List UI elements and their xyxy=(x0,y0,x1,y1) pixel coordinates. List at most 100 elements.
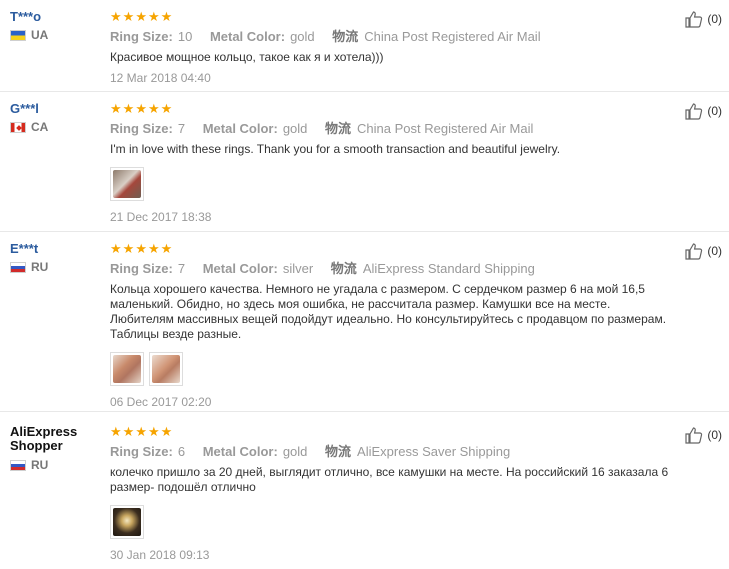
flag-icon xyxy=(10,261,26,273)
thumbs-up-icon xyxy=(685,11,703,28)
reviewer-info: G***l CA xyxy=(10,101,102,134)
star-icon: ★ xyxy=(135,424,147,439)
review-item: G***l CA ★ ★ ★ ★ ★ Ring Size: 7 Metal Color: g… xyxy=(0,92,729,232)
flag-icon xyxy=(10,459,26,471)
star-icon: ★ xyxy=(160,9,173,24)
country-code: UA xyxy=(31,28,49,42)
metal-color-value: silver xyxy=(282,261,314,276)
review-photo-thumbnail[interactable] xyxy=(110,167,144,201)
review-photo-thumbnail[interactable] xyxy=(149,352,183,386)
star-icon: ★ xyxy=(135,101,147,116)
helpful-button[interactable]: (0) xyxy=(685,10,722,28)
review-photo-thumbnail[interactable] xyxy=(110,505,144,539)
star-icon: ★ xyxy=(122,101,135,116)
helpful-count: (0) xyxy=(707,244,722,258)
reviewer-country: UA xyxy=(10,28,102,42)
flag-icon xyxy=(10,121,26,133)
order-details: Ring Size: 6 Metal Color: gold 物流 AliExpres… xyxy=(110,444,675,460)
helpful-count: (0) xyxy=(707,104,722,118)
shipping-method: China Post Registered Air Mail xyxy=(364,29,541,44)
helpful-button[interactable]: (0) xyxy=(685,426,722,444)
star-rating: ★ ★ ★ ★ ★ xyxy=(110,101,675,116)
review-photo-thumbnail[interactable] xyxy=(110,352,144,386)
star-icon: ★ xyxy=(110,101,122,116)
review-item: AliExpress Shopper RU ★ ★ ★ ★ ★ Ring Size: 6 … xyxy=(0,412,729,569)
thumbs-up-icon xyxy=(685,243,703,260)
star-icon: ★ xyxy=(147,9,160,24)
review-text: Кольца хорошего качества. Немного не уга… xyxy=(110,282,667,341)
reviewer-country: RU xyxy=(10,260,102,274)
logistics-label: 物流 xyxy=(332,29,359,44)
shipping-method: China Post Registered Air Mail xyxy=(357,121,534,136)
shipping-method: AliExpress Saver Shipping xyxy=(357,444,511,459)
ring-size-label: Ring Size: xyxy=(110,444,173,459)
thumbs-up-icon xyxy=(685,103,703,120)
ring-size-label: Ring Size: xyxy=(110,29,173,44)
star-icon: ★ xyxy=(160,101,173,116)
logistics-label: 物流 xyxy=(330,261,357,276)
review-photos xyxy=(110,505,675,539)
review-body: ★ ★ ★ ★ ★ Ring Size: 10 Metal Color: gold 物流 Ch… xyxy=(110,9,675,86)
review-body: ★ ★ ★ ★ ★ Ring Size: 6 Metal Color: gold 物流 Ali… xyxy=(110,424,675,563)
order-details: Ring Size: 7 Metal Color: gold 物流 China Pos… xyxy=(110,121,675,137)
star-icon: ★ xyxy=(135,241,147,256)
reviewer-country: CA xyxy=(10,120,102,134)
review-date: 30 Jan 2018 09:13 xyxy=(110,548,210,562)
metal-color-value: gold xyxy=(282,121,308,136)
logistics-label: 物流 xyxy=(325,121,352,136)
star-icon: ★ xyxy=(147,241,160,256)
order-details: Ring Size: 7 Metal Color: silver 物流 AliExpr… xyxy=(110,261,675,277)
ring-size-label: Ring Size: xyxy=(110,121,173,136)
review-photos xyxy=(110,167,675,201)
helpful-count: (0) xyxy=(707,428,722,442)
star-icon: ★ xyxy=(122,241,135,256)
review-date: 21 Dec 2017 18:38 xyxy=(110,210,212,224)
thumbs-up-icon xyxy=(685,427,703,444)
star-icon: ★ xyxy=(147,101,160,116)
order-details: Ring Size: 10 Metal Color: gold 物流 China Po… xyxy=(110,29,675,45)
logistics-label: 物流 xyxy=(325,444,352,459)
shipping-method: AliExpress Standard Shipping xyxy=(362,261,535,276)
review-body: ★ ★ ★ ★ ★ Ring Size: 7 Metal Color: gold 物流 Chi… xyxy=(110,101,675,225)
metal-color-label: Metal Color: xyxy=(209,29,286,44)
ring-size-value: 6 xyxy=(177,444,186,459)
helpful-button[interactable]: (0) xyxy=(685,242,722,260)
reviewer-info: AliExpress Shopper RU xyxy=(10,425,102,472)
metal-color-label: Metal Color: xyxy=(202,444,278,459)
review-item: E***t RU ★ ★ ★ ★ ★ Ring Size: 7 Metal Color: s… xyxy=(0,232,729,412)
ring-size-value: 10 xyxy=(177,29,193,44)
review-photos xyxy=(110,352,675,386)
helpful-count: (0) xyxy=(707,12,722,26)
ring-size-label: Ring Size: xyxy=(110,261,173,276)
reviewer-name: T***o xyxy=(10,9,42,24)
country-code: CA xyxy=(31,120,49,134)
metal-color-label: Metal Color: xyxy=(202,261,278,276)
reviewer-name: AliExpress Shopper xyxy=(10,424,78,453)
ring-size-value: 7 xyxy=(177,261,186,276)
metal-color-value: gold xyxy=(290,29,315,44)
star-icon: ★ xyxy=(122,424,135,439)
reviewer-name: E***t xyxy=(10,241,39,256)
star-icon: ★ xyxy=(147,424,160,439)
star-icon: ★ xyxy=(135,9,147,24)
star-rating: ★ ★ ★ ★ ★ xyxy=(110,9,675,24)
helpful-button[interactable]: (0) xyxy=(685,102,722,120)
star-icon: ★ xyxy=(110,9,122,24)
country-code: RU xyxy=(31,458,49,472)
star-icon: ★ xyxy=(110,241,122,256)
country-code: RU xyxy=(31,260,49,274)
review-text: I'm in love with these rings. Thank you … xyxy=(110,142,561,156)
star-rating: ★ ★ ★ ★ ★ xyxy=(110,241,675,256)
metal-color-value: gold xyxy=(282,444,308,459)
flag-icon xyxy=(10,29,26,41)
review-body: ★ ★ ★ ★ ★ Ring Size: 7 Metal Color: silver 物流 A… xyxy=(110,241,675,410)
star-icon: ★ xyxy=(110,424,122,439)
review-item: T***o UA ★ ★ ★ ★ ★ Ring Size: 10 Metal Color:… xyxy=(0,0,729,92)
reviewer-info: T***o UA xyxy=(10,9,102,42)
star-rating: ★ ★ ★ ★ ★ xyxy=(110,424,675,439)
review-text: Красивое мощное кольцо, такое как я и хо… xyxy=(110,50,384,64)
reviewer-info: E***t RU xyxy=(10,241,102,274)
star-icon: ★ xyxy=(160,424,173,439)
ring-size-value: 7 xyxy=(177,121,186,136)
metal-color-label: Metal Color: xyxy=(202,121,278,136)
